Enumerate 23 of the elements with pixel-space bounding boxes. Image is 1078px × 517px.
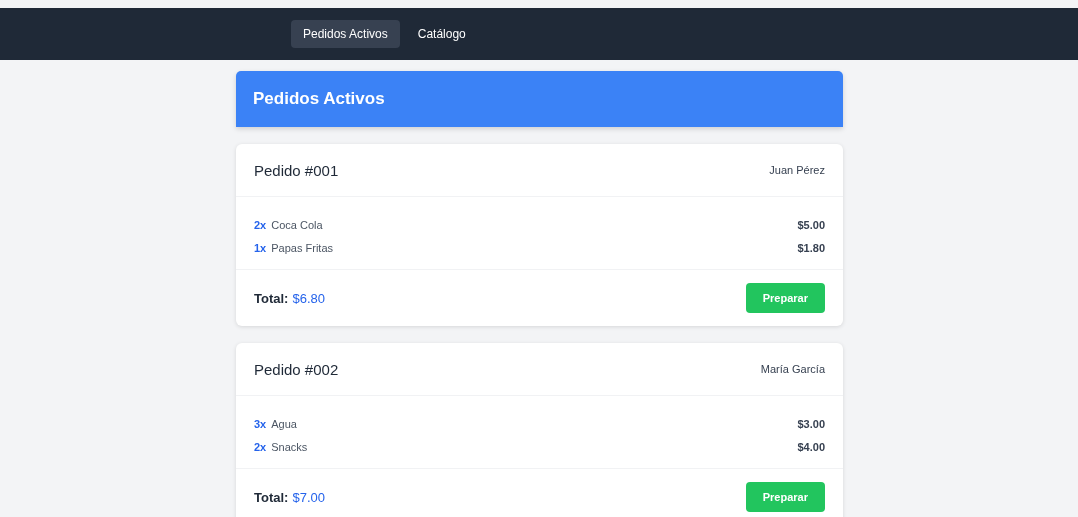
nav-tab[interactable]: Pedidos Activos	[291, 20, 400, 48]
item-name: Snacks	[271, 440, 308, 453]
item-name: Coca Cola	[271, 218, 323, 231]
item-price: $4.00	[797, 440, 825, 453]
customer-name: María García	[760, 363, 825, 375]
customer-name: Juan Pérez	[769, 164, 825, 176]
nav-tab[interactable]: Catálogo	[405, 20, 478, 48]
item-name: Agua	[271, 417, 297, 430]
item-quantity: 1x	[254, 241, 267, 254]
total-amount: $6.80	[292, 290, 325, 306]
item-quantity: 3x	[254, 417, 267, 430]
item-name: Papas Fritas	[271, 241, 333, 254]
order-title: Pedido #001	[254, 161, 339, 179]
page-header: Pedidos Activos	[236, 71, 843, 127]
item-price: $1.80	[797, 241, 825, 254]
total-label: Total:	[254, 290, 289, 306]
item-quantity: 2x	[254, 440, 267, 453]
item-price: $3.00	[797, 417, 825, 430]
total-label: Total:	[254, 489, 289, 505]
total-amount: $7.00	[292, 489, 325, 505]
item-price: $5.00	[797, 218, 825, 231]
order-title: Pedido #002	[254, 360, 339, 378]
item-quantity: 2x	[254, 218, 267, 231]
